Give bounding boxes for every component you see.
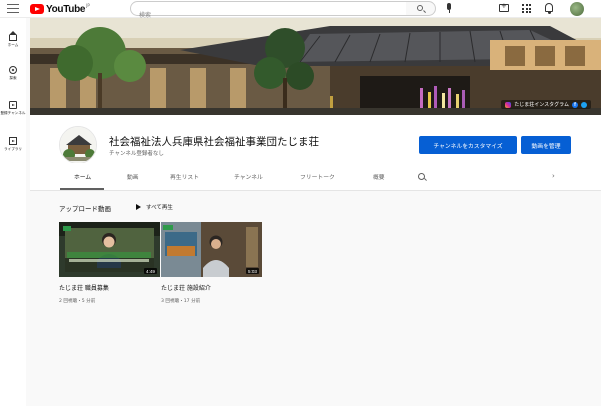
subscriptions-icon [9, 101, 17, 109]
video-meta: 3 回視聴・17 分前 [161, 299, 201, 304]
video-duration: 4:49 [144, 268, 157, 274]
nav-item-home[interactable]: ホーム [0, 31, 26, 48]
tab-home[interactable]: ホーム [74, 172, 91, 181]
create-video-icon[interactable] [499, 2, 509, 12]
video-duration: 5:03 [246, 268, 259, 274]
nav-label: ホーム [7, 43, 19, 47]
tab-videos[interactable]: 動画 [127, 172, 139, 181]
tab-community[interactable]: フリートーク [300, 172, 335, 181]
left-nav: ホーム 探索 登録チャンネル ライブラリ [0, 18, 26, 406]
banner-link-text: たじま荘インスタグラム [514, 102, 569, 108]
subscriber-count: チャンネル登録者なし [109, 151, 164, 157]
video-meta: 2 回視聴・5 分前 [59, 299, 96, 304]
nav-item-subscriptions[interactable]: 登録チャンネル [0, 101, 26, 116]
channel-content: アップロード動画 すべて再生 4:49 たじま荘 職員募集 2 回視聴・5 分前 [30, 191, 601, 406]
notifications-bell-icon[interactable] [545, 3, 553, 14]
logo-text: YouTube [46, 3, 86, 15]
active-tab-indicator [60, 188, 104, 190]
library-icon [9, 137, 17, 145]
apps-grid-icon[interactable] [522, 4, 531, 13]
channel-avatar-image [60, 127, 96, 163]
search-icon [417, 5, 423, 11]
play-all-button[interactable]: すべて再生 [136, 203, 173, 211]
uploads-section-title[interactable]: アップロード動画 [59, 203, 111, 213]
manage-videos-button[interactable]: 動画を管理 [521, 136, 571, 154]
instagram-icon [505, 101, 512, 108]
microphone-icon[interactable] [444, 3, 454, 14]
channel-search-icon[interactable] [418, 173, 425, 180]
tab-channels[interactable]: チャンネル [234, 172, 263, 181]
customize-channel-button[interactable]: チャンネルをカスタマイズ [419, 136, 517, 154]
nav-label: 探索 [9, 76, 17, 80]
explore-compass-icon [9, 66, 17, 74]
video-title[interactable]: たじま荘 職員募集 [59, 283, 160, 292]
nav-label: ライブラリ [4, 147, 22, 151]
top-bar: YouTube JP [0, 0, 601, 22]
hamburger-menu-icon[interactable] [7, 4, 19, 14]
play-all-label: すべて再生 [146, 205, 173, 211]
nav-label: 登録チャンネル [0, 111, 26, 115]
twitter-icon[interactable] [581, 101, 587, 108]
video-card[interactable]: 4:49 たじま荘 職員募集 2 回視聴・5 分前 [59, 222, 160, 304]
tab-about[interactable]: 概要 [373, 172, 385, 181]
channel-name: 社会福祉法人兵庫県社会福祉事業団たじま荘 [109, 136, 319, 148]
logo-region: JP [86, 3, 90, 8]
account-avatar[interactable] [570, 2, 584, 16]
channel-avatar[interactable] [59, 126, 97, 164]
nav-item-explore[interactable]: 探索 [0, 66, 26, 81]
tabs-next-chevron-icon[interactable]: › [552, 172, 555, 180]
youtube-play-icon [30, 4, 44, 14]
video-thumbnail[interactable]: 5:03 [161, 222, 262, 277]
video-card[interactable]: 5:03 たじま荘 施設紹介 3 回視聴・17 分前 [161, 222, 262, 304]
facebook-icon[interactable]: f [572, 101, 578, 108]
tab-playlists[interactable]: 再生リスト [170, 172, 199, 181]
nav-item-library[interactable]: ライブラリ [0, 137, 26, 152]
youtube-logo[interactable]: YouTube JP [30, 3, 90, 15]
video-thumbnail[interactable]: 4:49 [59, 222, 160, 277]
home-icon [8, 31, 17, 41]
search-box [130, 1, 407, 22]
banner-instagram-link[interactable]: たじま荘インスタグラム f [501, 100, 591, 109]
play-icon [136, 204, 141, 210]
channel-tabs: ホーム 動画 再生リスト チャンネル フリートーク 概要 › [30, 163, 601, 191]
channel-banner: たじま荘インスタグラム f [30, 18, 601, 115]
search-button[interactable] [406, 1, 436, 16]
video-title[interactable]: たじま荘 施設紹介 [161, 283, 262, 292]
